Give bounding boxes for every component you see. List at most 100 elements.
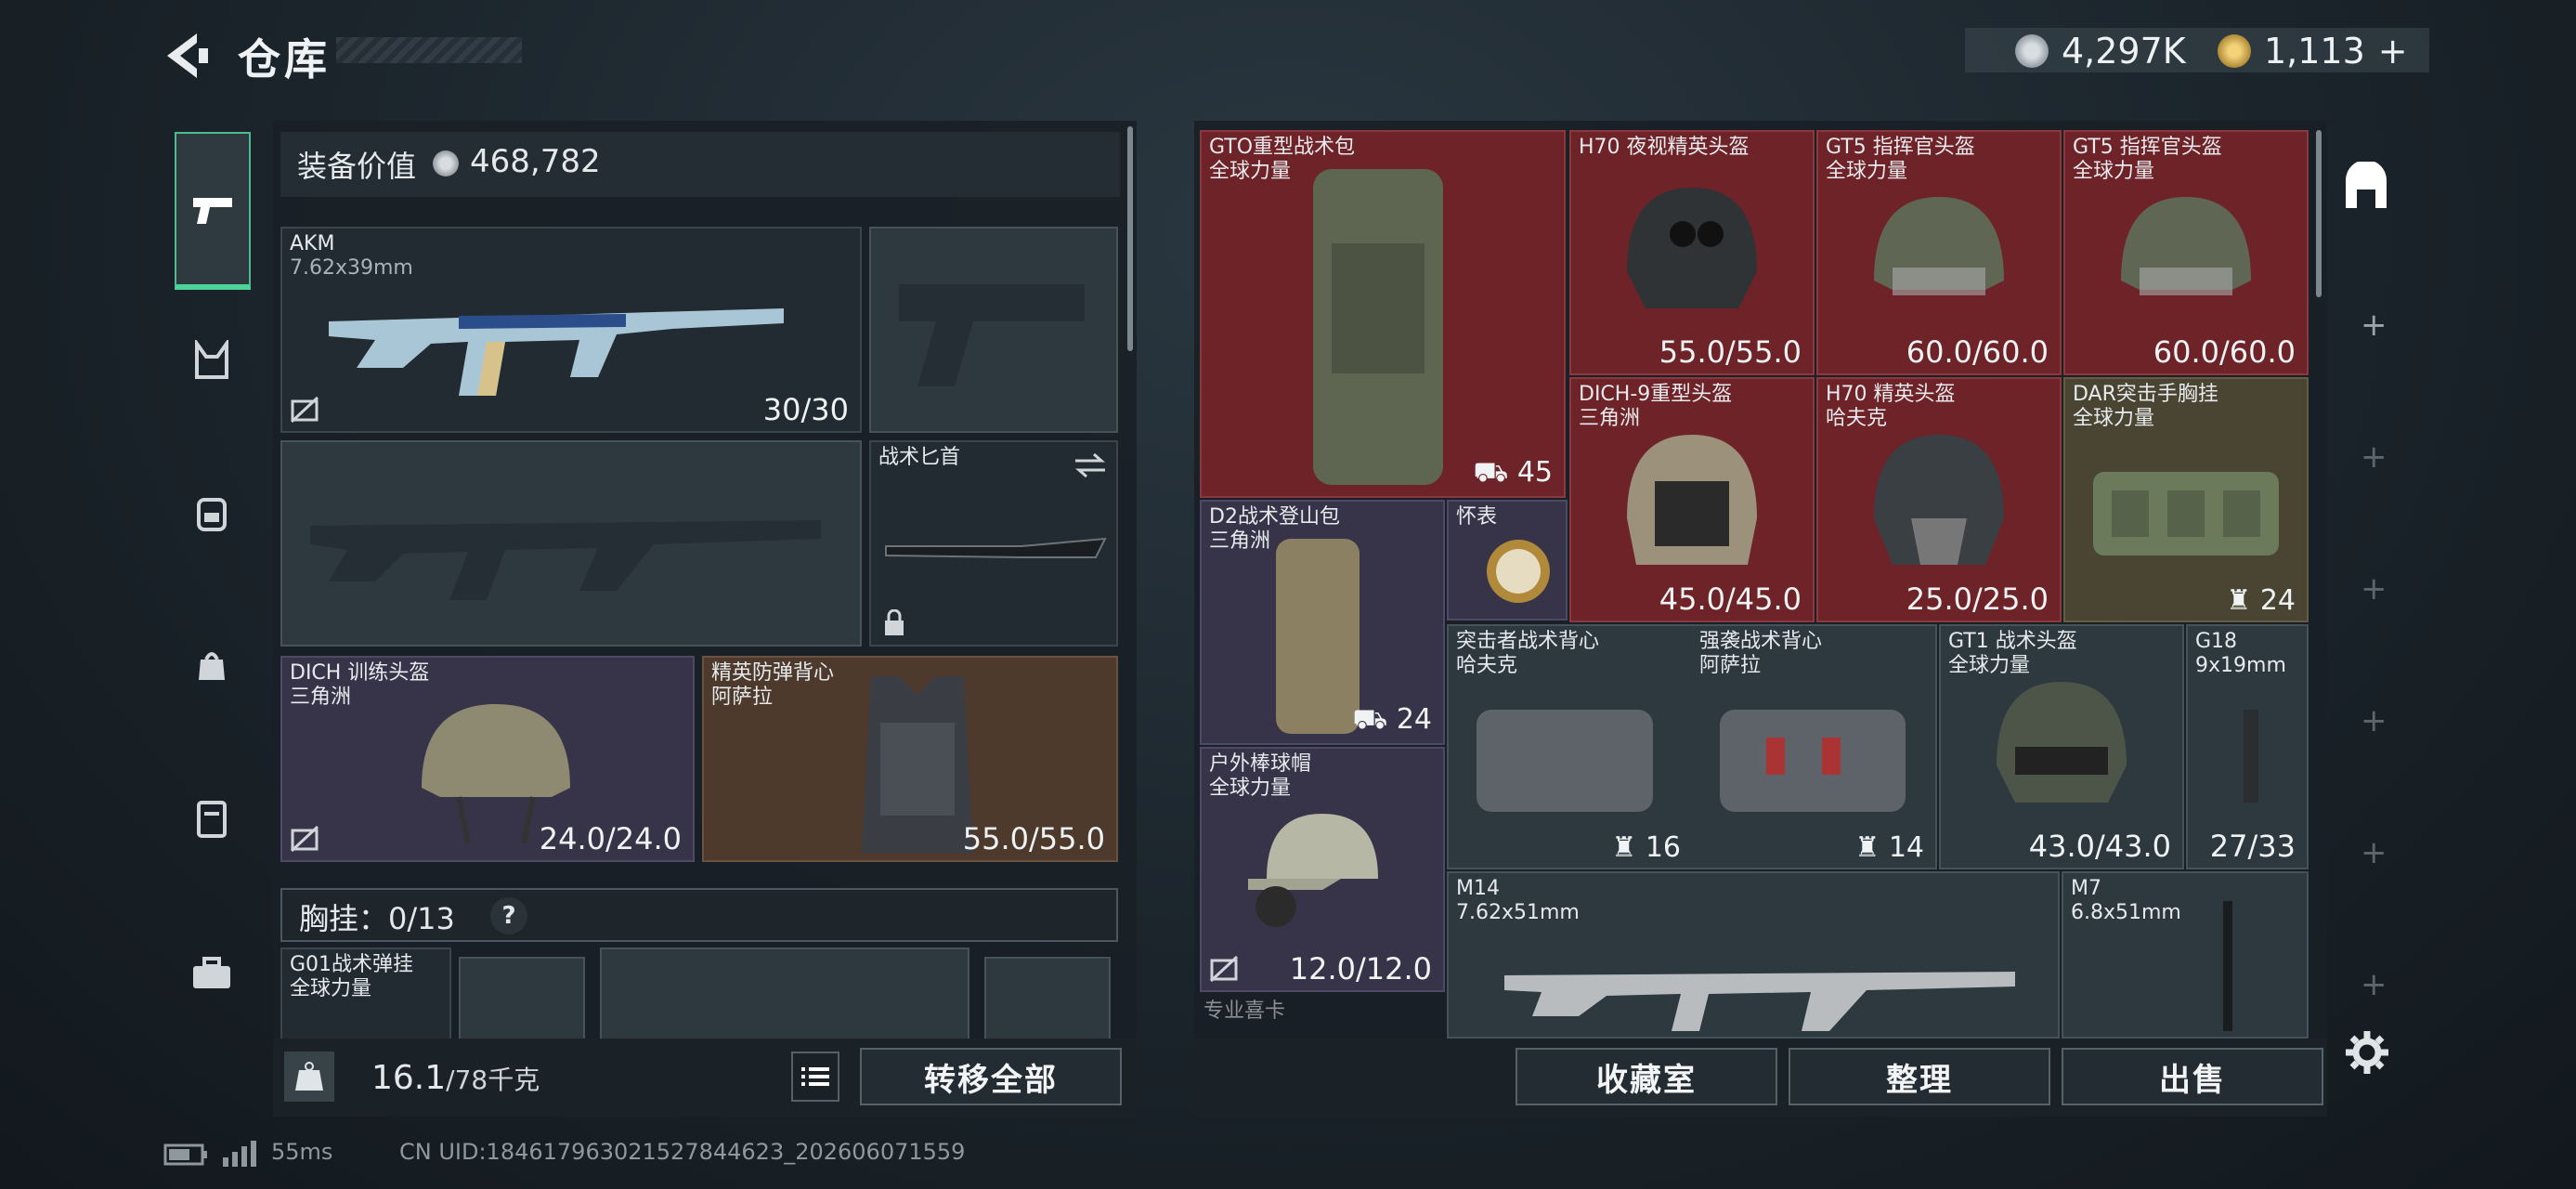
item-h70-helmet[interactable]: H70 精英头盔 哈夫克 25.0/25.0	[1816, 377, 2062, 622]
help-icon[interactable]: ?	[490, 897, 527, 934]
slot-helmet[interactable]: DICH 训练头盔 三角洲 24.0/24.0	[280, 656, 695, 862]
item-name: 户外棒球帽	[1209, 752, 1312, 776]
item-partial-name: 专业喜卡	[1203, 1000, 1286, 1023]
helmet-durability: 24.0/24.0	[539, 821, 682, 856]
add-storage-tab-icon[interactable]: +	[2361, 438, 2387, 476]
item-dich9-helmet[interactable]: DICH-9重型头盔 三角洲 45.0/45.0	[1569, 377, 1815, 622]
item-faction: 阿萨拉	[1699, 654, 1762, 677]
item-faction: 全球力量	[2073, 407, 2155, 430]
gear-icon[interactable]	[2344, 1029, 2390, 1076]
chest-item-faction: 全球力量	[290, 977, 372, 1000]
weapon-name: AKM	[290, 232, 335, 255]
item-strike-vest[interactable]: 强袭战术背心 阿萨拉 ♜ 14	[1692, 624, 1937, 869]
slot-primary-weapon-2[interactable]	[280, 440, 862, 647]
add-storage-tab-icon[interactable]: +	[2361, 702, 2387, 739]
item-gt5-helmet[interactable]: GT5 指挥官头盔 全球力量 60.0/60.0	[1816, 130, 2062, 375]
storage-home-icon[interactable]	[2340, 162, 2392, 214]
slot-secondary-weapon[interactable]	[869, 227, 1118, 433]
toolbox-icon	[193, 957, 230, 988]
pistol-icon	[193, 198, 232, 224]
weight-value: 16.1/78千克	[371, 1059, 540, 1097]
slot-melee[interactable]: 战术匕首	[869, 440, 1118, 647]
pistol-silhouette-icon	[899, 284, 1085, 386]
item-durability: 43.0/43.0	[2028, 829, 2171, 864]
item-caliber: 7.62x51mm	[1456, 901, 1580, 924]
armor-faction: 阿萨拉	[711, 686, 774, 709]
item-durability: 60.0/60.0	[2153, 334, 2296, 370]
chest-slot[interactable]	[984, 957, 1111, 1040]
add-storage-tab-icon[interactable]: +	[2361, 966, 2387, 1003]
item-name: G18	[2195, 630, 2238, 653]
helmet-image	[1874, 435, 2004, 565]
item-gto-backpack[interactable]: GTO重型战术包 全球力量 ⛟ 45	[1200, 130, 1566, 498]
pistol-image	[2244, 710, 2258, 803]
item-name: 强袭战术背心	[1699, 630, 1823, 653]
currency-hafcoin-value: 4,297K	[2062, 31, 2186, 72]
item-durability: 60.0/60.0	[1906, 334, 2049, 370]
nav-weapons[interactable]	[175, 132, 251, 290]
nav-backpack[interactable]	[175, 476, 249, 550]
collection-room-button[interactable]: 收藏室	[1516, 1048, 1777, 1105]
helmet-image	[1627, 188, 1757, 308]
chest-rig-icon	[195, 340, 228, 379]
slot-armor[interactable]: 精英防弹背心 阿萨拉 55.0/55.0	[702, 656, 1118, 862]
item-g18[interactable]: G18 9x19mm 27/33	[2186, 624, 2309, 869]
chest-slot[interactable]	[459, 957, 585, 1040]
nav-pouch[interactable]	[175, 626, 249, 700]
item-caliber: 9x19mm	[2195, 654, 2286, 677]
right-scrollbar[interactable]	[2316, 130, 2322, 297]
sort-button[interactable]: 整理	[1789, 1048, 2050, 1105]
rifle-image	[2223, 901, 2232, 1031]
transfer-all-button[interactable]: 转移全部	[860, 1048, 1122, 1105]
item-name: DAR突击手胸挂	[2073, 383, 2218, 406]
nav-chest-rig[interactable]	[175, 323, 249, 398]
chest-slot[interactable]	[600, 947, 969, 1040]
add-storage-tab-icon[interactable]: +	[2361, 834, 2387, 871]
triangle-coin-icon	[2218, 34, 2251, 68]
currency-hafcoin: 4,297K	[2015, 28, 2186, 74]
equip-value: 468,782	[470, 143, 601, 180]
item-ammo: 27/33	[2209, 829, 2296, 864]
item-name: GT5 指挥官头盔	[1826, 136, 1975, 159]
chest-rig-label: 胸挂：0/13	[299, 901, 455, 936]
item-name: M7	[2071, 877, 2101, 900]
helmet-name: DICH 训练头盔	[290, 661, 430, 685]
cap-image	[1248, 814, 1378, 927]
chest-rig-item[interactable]: G01战术弹挂 全球力量	[280, 947, 451, 1040]
item-caliber: 6.8x51mm	[2071, 901, 2181, 924]
currency-triangle-coin[interactable]: 1,113 +	[2218, 28, 2408, 74]
add-storage-tab-icon[interactable]: +	[2361, 307, 2387, 344]
nav-toolbox[interactable]	[175, 936, 249, 1011]
hafcoin-icon	[433, 150, 459, 176]
battery-icon	[163, 1143, 207, 1166]
swap-icon[interactable]	[1073, 451, 1107, 479]
nav-case[interactable]	[175, 780, 249, 855]
item-durability: 25.0/25.0	[1906, 581, 2049, 617]
item-gt5-helmet[interactable]: GT5 指挥官头盔 全球力量 60.0/60.0	[2063, 130, 2309, 375]
left-scrollbar[interactable]	[1127, 126, 1133, 351]
item-pocket-watch[interactable]: 怀表	[1447, 500, 1568, 621]
vest-image	[1720, 710, 1906, 812]
item-h70-nv-helmet[interactable]: H70 夜视精英头盔 55.0/55.0	[1569, 130, 1815, 375]
user-uid: CN UID:1846179630215278446​23_2026060715…	[399, 1139, 966, 1165]
helmet-image	[2121, 197, 2251, 295]
item-m14[interactable]: M14 7.62x51mm	[1447, 871, 2060, 1039]
pocket-watch-image	[1487, 540, 1550, 603]
item-m7[interactable]: M7 6.8x51mm	[2062, 871, 2309, 1039]
item-capacity: ⛟ 24	[1352, 703, 1432, 736]
ping-value: 55ms	[271, 1139, 333, 1165]
add-currency-icon[interactable]: +	[2378, 31, 2408, 72]
sell-button[interactable]: 出售	[2062, 1048, 2323, 1105]
item-dar-chest-rig[interactable]: DAR突击手胸挂 全球力量 ♜ 24	[2063, 377, 2309, 622]
slot-primary-weapon[interactable]: AKM 7.62x39mm 30/30	[280, 227, 862, 433]
item-gt1-helmet[interactable]: GT1 战术头盔 全球力量 43.0/43.0	[1939, 624, 2184, 869]
item-baseball-cap[interactable]: 户外棒球帽 全球力量 12.0/12.0	[1200, 747, 1445, 992]
list-view-button[interactable]	[791, 1052, 839, 1102]
lock-icon	[885, 609, 904, 635]
add-storage-tab-icon[interactable]: +	[2361, 570, 2387, 608]
item-d2-backpack[interactable]: D2战术登山包 三角洲 ⛟ 24	[1200, 500, 1445, 745]
back-button[interactable]	[160, 28, 212, 84]
no-insure-icon	[290, 825, 319, 853]
chest-rig-capacity: 0/13	[388, 901, 455, 936]
case-icon	[197, 801, 227, 838]
